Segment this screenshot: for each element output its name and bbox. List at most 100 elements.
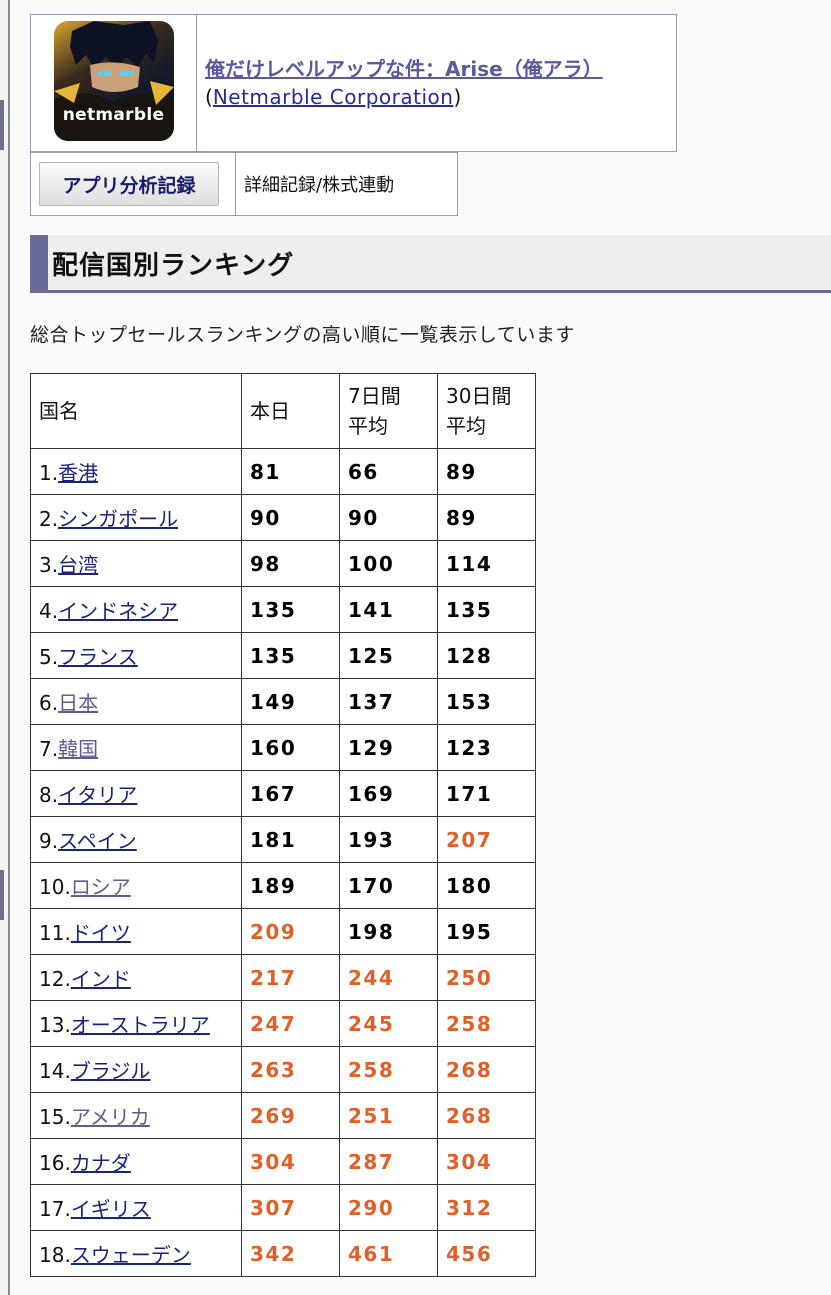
rank-number: 5. — [39, 645, 59, 669]
section-description: 総合トップセールスランキングの高い順に一覧表示しています — [30, 324, 575, 346]
avg30-rank: 114 — [437, 540, 536, 587]
country-cell: 1.香港 — [30, 448, 242, 495]
header-30day-line2: 平均 — [446, 414, 486, 438]
avg7-rank: 245 — [339, 1000, 438, 1047]
table-row: 11.ドイツ 209 198 195 — [30, 908, 536, 955]
country-link[interactable]: スウェーデン — [71, 1243, 191, 1267]
country-cell: 15.アメリカ — [30, 1092, 242, 1139]
today-rank: 160 — [241, 724, 340, 771]
avg7-rank: 170 — [339, 862, 438, 909]
avg7-rank: 125 — [339, 632, 438, 679]
app-info-box: netmarble 俺だけレベルアップな件：Arise（俺アラ） (Netmar… — [30, 14, 677, 152]
rank-number: 11. — [39, 921, 71, 945]
table-row: 12.インド 217 244 250 — [30, 954, 536, 1001]
table-row: 8.イタリア 167 169 171 — [30, 770, 536, 817]
country-link[interactable]: 香港 — [58, 461, 98, 485]
country-cell: 9.スペイン — [30, 816, 242, 863]
country-link[interactable]: ロシア — [71, 875, 131, 899]
table-row: 15.アメリカ 269 251 268 — [30, 1092, 536, 1139]
today-rank: 81 — [241, 448, 340, 495]
rank-number: 18. — [39, 1243, 71, 1267]
header-7day-line1: 7日間 — [348, 384, 401, 408]
header-7day-line2: 平均 — [348, 414, 388, 438]
country-link[interactable]: イタリア — [58, 783, 137, 807]
avg30-rank: 128 — [437, 632, 536, 679]
country-cell: 14.ブラジル — [30, 1046, 242, 1093]
rank-number: 4. — [39, 599, 59, 623]
avg7-rank: 193 — [339, 816, 438, 863]
table-row: 16.カナダ 304 287 304 — [30, 1138, 536, 1185]
table-row: 13.オーストラリア 247 245 258 — [30, 1000, 536, 1047]
table-row: 3.台湾 98 100 114 — [30, 540, 536, 587]
country-link[interactable]: イギリス — [71, 1197, 151, 1221]
record-links-box: アプリ分析記録 詳細記録/株式連動 — [30, 152, 458, 216]
app-title-link[interactable]: 俺だけレベルアップな件：Arise（俺アラ） — [205, 57, 603, 81]
avg7-rank: 141 — [339, 586, 438, 633]
table-row: 2.シンガポール 90 90 89 — [30, 494, 536, 541]
country-cell: 6.日本 — [30, 678, 242, 725]
country-link[interactable]: スペイン — [58, 829, 137, 853]
table-row: 6.日本 149 137 153 — [30, 678, 536, 725]
country-link[interactable]: ブラジル — [71, 1059, 151, 1083]
left-rail-marker — [0, 100, 4, 150]
country-link[interactable]: 日本 — [58, 691, 98, 715]
table-row: 9.スペイン 181 193 207 — [30, 816, 536, 863]
rank-number: 10. — [39, 875, 71, 899]
publisher-paren-close: ) — [453, 85, 462, 109]
left-rail-marker — [0, 870, 4, 920]
country-link[interactable]: 韓国 — [58, 737, 98, 761]
app-analysis-record-button[interactable]: アプリ分析記録 — [39, 162, 219, 206]
today-rank: 217 — [241, 954, 340, 1001]
today-rank: 135 — [241, 586, 340, 633]
country-link[interactable]: インド — [71, 967, 131, 991]
country-cell: 4.インドネシア — [30, 586, 242, 633]
avg30-rank: 207 — [437, 816, 536, 863]
country-cell: 2.シンガポール — [30, 494, 242, 541]
table-row: 4.インドネシア 135 141 135 — [30, 586, 536, 633]
avg7-rank: 461 — [339, 1230, 438, 1277]
table-row: 1.香港 81 66 89 — [30, 448, 536, 495]
avg7-rank: 251 — [339, 1092, 438, 1139]
table-row: 7.韓国 160 129 123 — [30, 724, 536, 771]
rank-number: 15. — [39, 1105, 71, 1129]
today-rank: 263 — [241, 1046, 340, 1093]
app-icon[interactable]: netmarble — [53, 21, 174, 141]
section-title: 配信国別ランキング — [52, 251, 295, 281]
table-row: 17.イギリス 307 290 312 — [30, 1184, 536, 1231]
country-link[interactable]: アメリカ — [71, 1105, 150, 1129]
avg7-rank: 198 — [339, 908, 438, 955]
publisher-link[interactable]: Netmarble Corporation — [213, 85, 454, 109]
avg30-rank: 89 — [437, 494, 536, 541]
today-rank: 181 — [241, 816, 340, 863]
header-30day-avg: 30日間 平均 — [437, 373, 536, 449]
country-cell: 7.韓国 — [30, 724, 242, 771]
today-rank: 135 — [241, 632, 340, 679]
table-row: 14.ブラジル 263 258 268 — [30, 1046, 536, 1093]
country-link[interactable]: カナダ — [71, 1151, 131, 1175]
country-link[interactable]: 台湾 — [58, 553, 98, 577]
avg30-rank: 135 — [437, 586, 536, 633]
country-cell: 16.カナダ — [30, 1138, 242, 1185]
rank-number: 16. — [39, 1151, 71, 1175]
country-link[interactable]: オーストラリア — [71, 1013, 210, 1037]
rank-number: 8. — [39, 783, 59, 807]
country-link[interactable]: フランス — [58, 645, 138, 669]
country-link[interactable]: インドネシア — [58, 599, 178, 623]
today-rank: 247 — [241, 1000, 340, 1047]
today-rank: 269 — [241, 1092, 340, 1139]
rank-number: 14. — [39, 1059, 71, 1083]
country-cell: 18.スウェーデン — [30, 1230, 242, 1277]
rank-number: 9. — [39, 829, 59, 853]
today-rank: 342 — [241, 1230, 340, 1277]
country-cell: 12.インド — [30, 954, 242, 1001]
rank-number: 7. — [39, 737, 59, 761]
today-rank: 307 — [241, 1184, 340, 1231]
avg30-rank: 195 — [437, 908, 536, 955]
country-link[interactable]: ドイツ — [71, 921, 131, 945]
publisher-paren-open: ( — [205, 85, 213, 109]
country-cell: 17.イギリス — [30, 1184, 242, 1231]
header-7day-avg: 7日間平均 — [339, 373, 438, 449]
country-cell: 8.イタリア — [30, 770, 242, 817]
avg7-rank: 258 — [339, 1046, 438, 1093]
country-link[interactable]: シンガポール — [58, 507, 178, 531]
